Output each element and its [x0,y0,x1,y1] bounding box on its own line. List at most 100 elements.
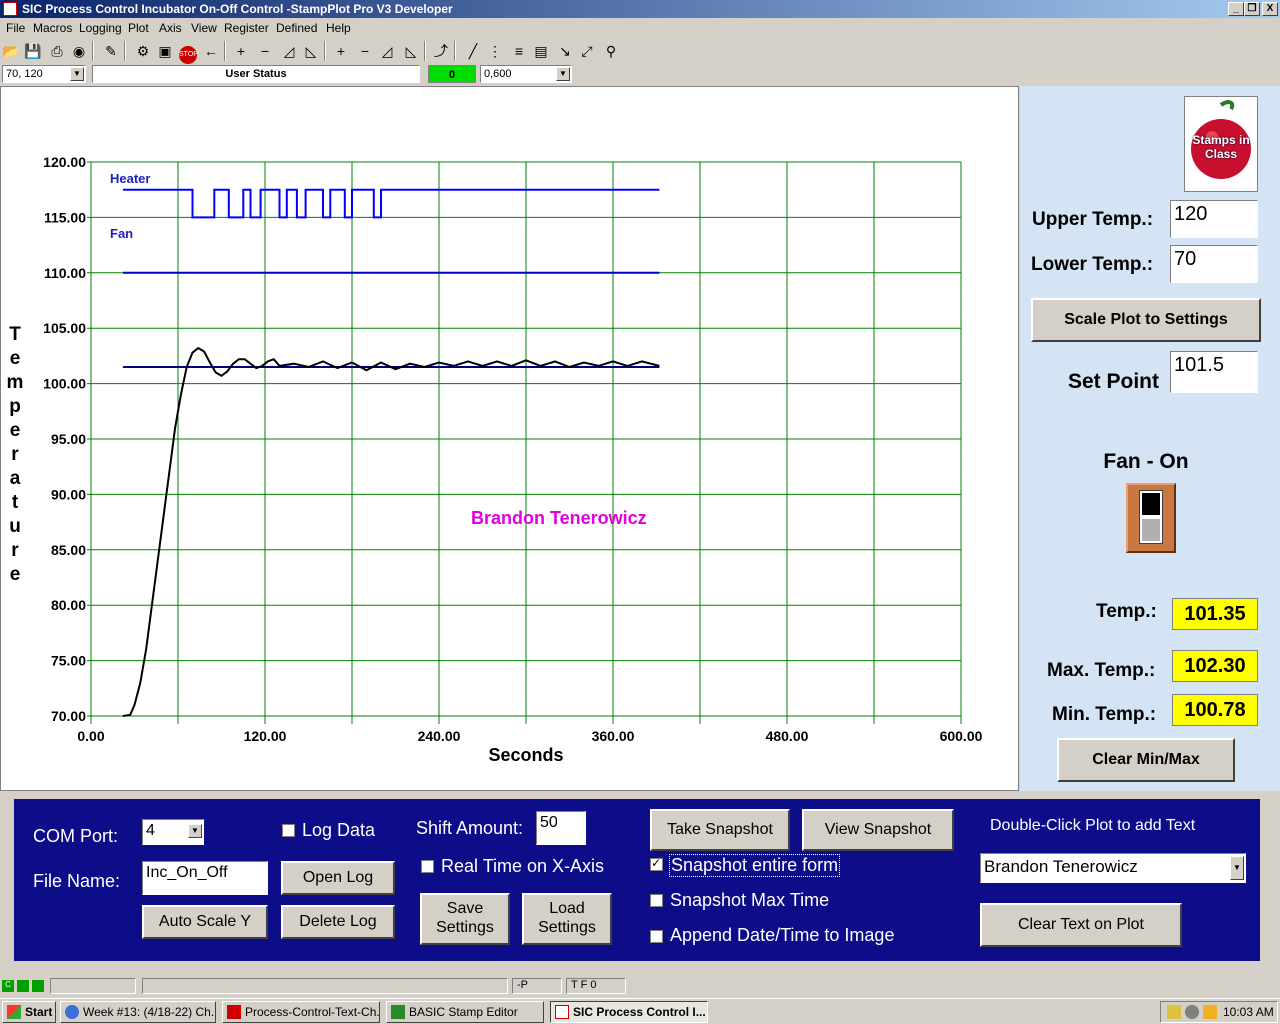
stop-icon[interactable]: STOP [177,40,199,64]
y-tick-label: 95.00 [51,431,86,447]
delete-log-button[interactable]: Delete Log [281,905,395,939]
lower-temp-input[interactable]: 70 [1170,245,1258,283]
zoom-in-x-icon[interactable]: + [330,40,352,62]
save-icon[interactable]: 💾 [22,40,44,62]
clear-minmax-button[interactable]: Clear Min/Max [1057,738,1235,782]
coords-select[interactable]: 70, 120 ▼ [2,65,86,83]
y-tick-label: 90.00 [51,486,86,502]
zoom-in-y-icon[interactable]: + [230,40,252,62]
back-arrow-icon[interactable]: ← [200,40,222,62]
clear-text-button[interactable]: Clear Text on Plot [980,903,1182,947]
connect-icon[interactable]: ⚙ [132,40,154,62]
log-data-checkbox[interactable] [282,824,295,837]
chevron-down-icon[interactable]: ▼ [188,824,202,838]
minimize-button[interactable]: _ [1228,2,1244,16]
series-line-heater [122,188,660,219]
title-bar: SIC Process Control Incubator On-Off Con… [0,0,1280,18]
fan-toggle-switch[interactable] [1126,483,1176,553]
temperature-chart[interactable]: 120.00 115.00 110.00 105.00 100.00 95.00 90.00… [1,87,1018,790]
snapshot-form-checkbox[interactable] [650,856,663,871]
menu-plot[interactable]: Plot [128,21,149,35]
file-name-input[interactable]: Inc_On_Off [142,861,268,895]
restore-button[interactable]: ❐ [1244,2,1260,16]
task-week13[interactable]: Week #13: (4/18-22) Ch... [60,1001,216,1023]
range-select[interactable]: 0,600 ▼ [480,65,572,83]
min-temp-label: Min. Temp.: [1052,704,1157,725]
shift-up-icon[interactable]: ◿ [278,40,300,62]
x-tick-label: 240.00 [418,728,461,744]
grid-icon[interactable]: ⋮ [484,40,506,62]
start-button[interactable]: Start [2,1001,56,1023]
menu-register[interactable]: Register [224,21,269,35]
x-axis-label: Seconds [488,745,563,765]
save-settings-button[interactable]: Save Settings [420,893,510,945]
status-c-icon: C [2,980,14,992]
status-p: -P [512,978,562,994]
task-sic-process-control[interactable]: SIC Process Control I... [550,1001,708,1023]
menu-bar: File Macros Logging Plot Axis View Regis… [0,19,1280,37]
com-port-select[interactable]: 4 ▼ [142,819,204,845]
view-snapshot-button[interactable]: View Snapshot [802,809,954,851]
snapshot-max-checkbox[interactable] [650,894,663,907]
menu-macros[interactable]: Macros [33,21,72,35]
task-basic-stamp[interactable]: BASIC Stamp Editor [386,1001,544,1023]
scale-plot-button[interactable]: Scale Plot to Settings [1031,298,1261,342]
com-port-label: COM Port: [33,826,119,846]
auto-scale-button[interactable]: Auto Scale Y [142,905,268,939]
open-log-button[interactable]: Open Log [281,861,395,895]
zoom-out-y-icon[interactable]: − [254,40,276,62]
chart-icon[interactable]: ⤴ [430,40,452,62]
menu-axis[interactable]: Axis [159,21,182,35]
line-icon[interactable]: ╱ [462,40,484,62]
plot-text-select[interactable]: Brandon Tenerowicz ▼ [980,853,1246,883]
x-tick-label: 120.00 [244,728,287,744]
print-icon[interactable]: ⎙ [46,40,68,62]
menu-logging[interactable]: Logging [79,21,122,35]
append-date-checkbox[interactable] [650,930,663,943]
task-process-control-label: Process-Control-Text-Ch... [245,1005,380,1019]
display-icon[interactable]: ▣ [154,40,176,62]
upper-temp-input[interactable]: 120 [1170,200,1258,238]
load-settings-button[interactable]: Load Settings [522,893,612,945]
shield-icon[interactable] [1167,1005,1181,1019]
pen-icon[interactable]: ✎ [100,40,122,62]
shift-down-icon[interactable]: ◺ [300,40,322,62]
probe-icon[interactable]: ↘ [554,40,576,62]
chevron-down-icon[interactable]: ▼ [1230,856,1244,880]
chevron-down-icon[interactable]: ▼ [556,67,570,81]
take-snapshot-button[interactable]: Take Snapshot [650,809,790,851]
task-process-control-text[interactable]: Process-Control-Text-Ch... [222,1001,380,1023]
taskbar: Start Week #13: (4/18-22) Ch... Process-… [0,998,1280,1024]
y-tick-label: 75.00 [51,653,86,669]
stamp-editor-icon [391,1005,405,1019]
close-button[interactable]: X [1262,2,1278,16]
shift-left-icon[interactable]: ◿ [376,40,398,62]
save-settings-line1: Save [446,900,484,917]
com-port-value: 4 [146,822,155,839]
clock: 10:03 AM [1223,1005,1274,1019]
calculator-icon[interactable]: ▤ [530,40,552,62]
shift-right-icon[interactable]: ◺ [400,40,422,62]
double-click-hint: Double-Click Plot to add Text [990,817,1196,834]
menu-view[interactable]: View [191,21,217,35]
status-t-icon [32,980,44,992]
realtime-checkbox[interactable] [421,860,434,873]
snapshot-max-label: Snapshot Max Time [670,890,830,910]
open-icon[interactable]: 📂 [0,40,22,62]
menu-defined[interactable]: Defined [276,21,317,35]
camera-icon[interactable]: ◉ [68,40,90,62]
plot-area[interactable]: 120.00 115.00 110.00 105.00 100.00 95.00 90.00… [0,86,1019,791]
highlight-icon[interactable]: ≡ [508,40,530,62]
menu-file[interactable]: File [6,21,25,35]
network-icon[interactable] [1185,1005,1199,1019]
lower-temp-label: Lower Temp.: [1031,254,1154,275]
zoom-out-x-icon[interactable]: − [354,40,376,62]
set-point-input[interactable]: 101.5 [1170,351,1258,393]
menu-help[interactable]: Help [326,21,351,35]
wrench-icon[interactable]: ⚲ [600,40,622,62]
chart-tool-icon[interactable]: ⤢ [576,40,598,62]
chevron-down-icon[interactable]: ▼ [70,67,84,81]
volume-icon[interactable] [1203,1005,1217,1019]
shift-amount-input[interactable]: 50 [536,811,586,845]
toolbar: 📂 💾 ⎙ ◉ ✎ ⚙ ▣ STOP ← + − ◿ ◺ + − ◿ ◺ ⤴ ╱… [0,38,640,64]
